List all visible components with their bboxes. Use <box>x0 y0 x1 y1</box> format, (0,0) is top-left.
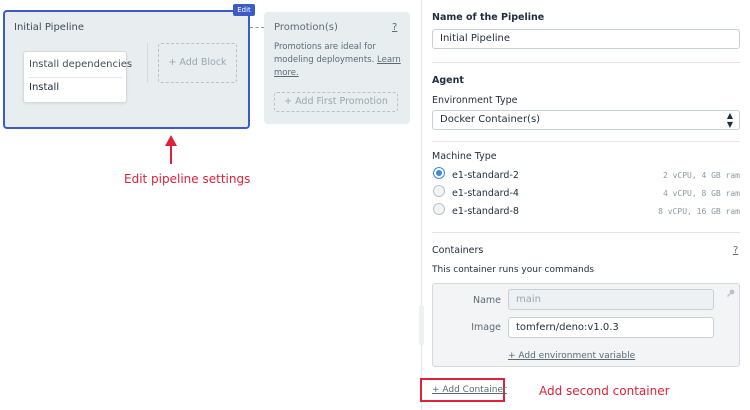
machine-type-label: Machine Type <box>432 151 497 162</box>
machine-type-spec: 2 vCPU, 4 GB ram <box>662 171 740 180</box>
block-divider <box>28 77 122 78</box>
container-image-input[interactable]: tomfern/deno:v1.0.3 <box>508 317 714 338</box>
panel-resize-handle[interactable] <box>419 305 424 345</box>
promotion-connector <box>250 27 264 28</box>
pipeline-name-label: Name of the Pipeline <box>432 12 545 23</box>
machine-type-name: e1-standard-2 <box>452 170 519 181</box>
section-divider <box>432 232 740 233</box>
annotation-add-container: Add second container <box>539 384 670 398</box>
environment-type-value: Docker Container(s) <box>440 114 541 125</box>
pipeline-name-input[interactable]: Initial Pipeline <box>432 29 740 49</box>
environment-type-select[interactable]: Docker Container(s) ▲ ▼ <box>432 110 740 130</box>
promotions-description: Promotions are ideal for modeling deploy… <box>274 41 404 80</box>
panel-divider <box>421 0 422 410</box>
add-block-button[interactable]: + Add Block <box>158 43 237 83</box>
containers-help-link[interactable]: ? <box>733 245 738 256</box>
block-title: Install dependencies <box>29 59 133 70</box>
machine-type-name: e1-standard-8 <box>452 206 519 217</box>
section-divider <box>432 141 740 142</box>
add-container-link[interactable]: + Add Container <box>432 385 507 395</box>
machine-type-name: e1-standard-4 <box>452 188 519 199</box>
promotions-help-link[interactable]: ? <box>392 22 397 33</box>
promotions-title: Promotion(s) <box>274 22 338 33</box>
select-arrows-icon: ▲ ▼ <box>726 111 733 129</box>
environment-type-label: Environment Type <box>432 95 518 106</box>
containers-label: Containers <box>432 245 484 256</box>
annotation-edit-pipeline: Edit pipeline settings <box>124 172 251 186</box>
block-job[interactable]: Install <box>29 82 59 93</box>
container-name-input[interactable]: main <box>508 289 714 310</box>
containers-description: This container runs your commands <box>432 265 595 275</box>
machine-type-spec: 8 vCPU, 16 GB ram <box>658 207 740 216</box>
container-name-label: Name <box>472 295 501 306</box>
edit-badge[interactable]: Edit <box>233 4 255 16</box>
container-image-label: Image <box>471 322 501 333</box>
add-environment-variable-link[interactable]: + Add environment variable <box>508 351 635 361</box>
radio-e1-standard-8[interactable] <box>433 203 445 215</box>
radio-e1-standard-4[interactable] <box>433 185 445 197</box>
promotions-description-text: Promotions are ideal for modeling deploy… <box>274 42 376 65</box>
section-divider <box>432 62 740 63</box>
agent-heading: Agent <box>432 75 464 86</box>
pin-icon[interactable] <box>726 288 736 298</box>
add-first-promotion-button[interactable]: + Add First Promotion <box>274 92 398 112</box>
pipeline-title: Initial Pipeline <box>14 22 84 33</box>
block-separator-line <box>147 43 148 83</box>
radio-e1-standard-2[interactable] <box>433 167 445 179</box>
arrow-up-icon <box>165 135 177 164</box>
machine-type-spec: 4 vCPU, 8 GB ram <box>662 189 740 198</box>
